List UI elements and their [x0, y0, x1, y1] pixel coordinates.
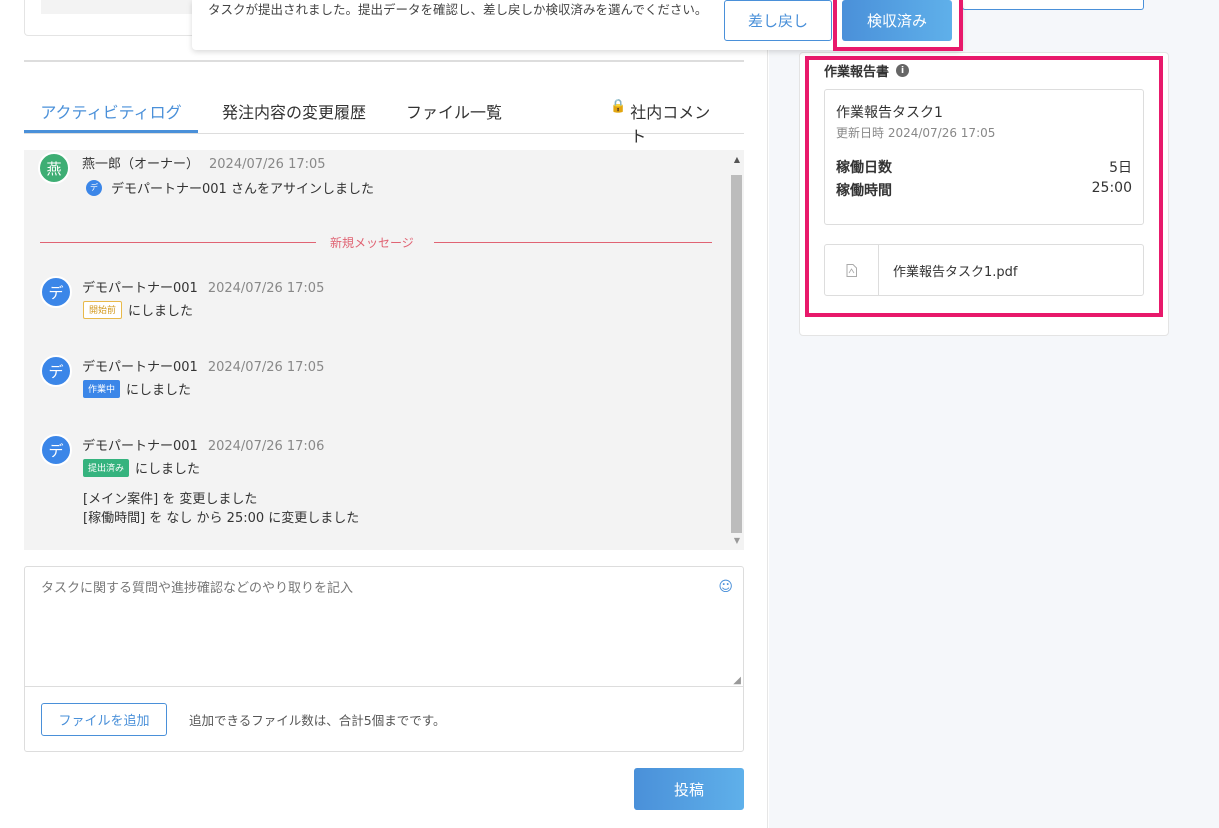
avatar-initial: デ: [48, 362, 64, 381]
entry-message: 提出済み にしました: [83, 458, 200, 477]
avatar: 燕: [38, 152, 70, 184]
entry-author: 燕一郎（オーナー）: [82, 157, 200, 172]
new-message-label: 新規メッセージ: [330, 236, 414, 250]
resize-handle-icon[interactable]: ◢: [733, 675, 741, 686]
highlight-frame: [833, 0, 963, 51]
file-limit-note: 追加できるファイル数は、合計5個までです。: [189, 713, 446, 728]
comment-placeholder: タスクに関する質問や進捗確認などのやり取りを記入: [41, 581, 354, 596]
entry-author: デモパートナー001: [82, 360, 198, 375]
scrollbar[interactable]: ▲ ▼: [728, 150, 744, 550]
entry-text: [メイン案件] を 変更しました: [83, 492, 258, 507]
entry-text: [稼働時間] を なし から 25:00 に変更しました: [83, 511, 360, 526]
add-file-label: ファイルを追加: [58, 714, 150, 729]
tab-internal-comment[interactable]: 🔒 社内コメント: [610, 92, 724, 146]
entry-header: デモパートナー001 2024/07/26 17:05: [82, 277, 324, 296]
main-column: アクティビティログ 発注内容の変更履歴 ファイル一覧 🔒 社内コメント 燕 燕一…: [0, 0, 768, 828]
entry-header: 燕一郎（オーナー） 2024/07/26 17:05: [82, 153, 326, 172]
entry-author: デモパートナー001: [82, 439, 198, 454]
avatar: デ: [40, 355, 72, 387]
scrollbar-thumb[interactable]: [731, 175, 742, 533]
entry-timestamp: 2024/07/26 17:05: [207, 360, 325, 375]
entry-timestamp: 2024/07/26 17:05: [209, 157, 326, 172]
entry-text: にしました: [126, 383, 192, 398]
comment-textarea[interactable]: タスクに関する質問や進捗確認などのやり取りを記入 ☺ ◢: [25, 567, 743, 687]
avatar-initial: デ: [48, 441, 64, 460]
avatar-initial: 燕: [46, 159, 62, 178]
tab-label: 発注内容の変更履歴: [221, 103, 366, 122]
tab-change-history[interactable]: 発注内容の変更履歴: [214, 92, 374, 133]
separator-line: [40, 242, 316, 243]
scroll-down-icon[interactable]: ▼: [734, 536, 740, 545]
status-badge: 作業中: [83, 379, 121, 398]
avatar-initial: デ: [48, 283, 64, 302]
tab-label: 社内コメント: [630, 103, 711, 146]
mini-avatar: デ: [86, 179, 102, 196]
activity-log[interactable]: 燕 燕一郎（オーナー） 2024/07/26 17:05 デ デモパートナー001…: [24, 150, 744, 550]
status-badge: 開始前: [83, 300, 123, 319]
return-button[interactable]: 差し戻し: [724, 0, 832, 41]
entry-change-line: [稼働時間] を なし から 25:00 に変更しました: [83, 507, 359, 526]
entry-text: にしました: [128, 304, 194, 319]
notice-text: タスクが提出されました。提出データを確認し、差し戻しか検収済みを選んでください。: [208, 2, 708, 17]
add-file-button[interactable]: ファイルを追加: [41, 703, 167, 736]
submission-notice: タスクが提出されました。提出データを確認し、差し戻しか検収済みを選んでください。…: [192, 0, 963, 51]
side-top-box: [962, 0, 1144, 10]
comment-composer: タスクに関する質問や進捗確認などのやり取りを記入 ☺ ◢ ファイルを追加 追加で…: [24, 566, 744, 752]
entry-text: デモパートナー001 さんをアサインしました: [111, 182, 374, 197]
tab-activity-log[interactable]: アクティビティログ: [24, 92, 198, 133]
separator-line: [434, 242, 712, 243]
entry-author: デモパートナー001: [82, 281, 198, 296]
new-message-separator: 新規メッセージ: [40, 234, 712, 250]
entry-timestamp: 2024/07/26 17:05: [207, 281, 325, 296]
entry-message: 作業中 にしました: [83, 379, 191, 398]
entry-message: デ デモパートナー001 さんをアサインしました: [86, 178, 374, 197]
tab-bar: アクティビティログ 発注内容の変更履歴 ファイル一覧 🔒 社内コメント: [24, 92, 744, 146]
status-badge: 提出済み: [83, 458, 130, 477]
entry-message: 開始前 にしました: [83, 300, 193, 319]
post-label: 投稿: [673, 780, 704, 799]
avatar: デ: [40, 434, 72, 466]
tab-label: ファイル一覧: [405, 103, 502, 122]
tab-file-list[interactable]: ファイル一覧: [396, 92, 512, 133]
lock-icon: 🔒: [610, 99, 627, 114]
avatar: デ: [40, 276, 72, 308]
emoji-icon[interactable]: ☺: [718, 579, 733, 595]
entry-text: にしました: [135, 462, 201, 477]
entry-header: デモパートナー001 2024/07/26 17:05: [82, 356, 324, 375]
divider: [24, 60, 744, 62]
entry-change-line: [メイン案件] を 変更しました: [83, 488, 257, 507]
entry-timestamp: 2024/07/26 17:06: [207, 439, 325, 454]
return-label: 差し戻し: [747, 12, 808, 30]
scroll-up-icon[interactable]: ▲: [734, 155, 740, 164]
highlight-frame: [805, 56, 1163, 317]
post-button[interactable]: 投稿: [634, 768, 744, 810]
tab-label: アクティビティログ: [40, 103, 182, 122]
entry-header: デモパートナー001 2024/07/26 17:06: [82, 435, 324, 454]
